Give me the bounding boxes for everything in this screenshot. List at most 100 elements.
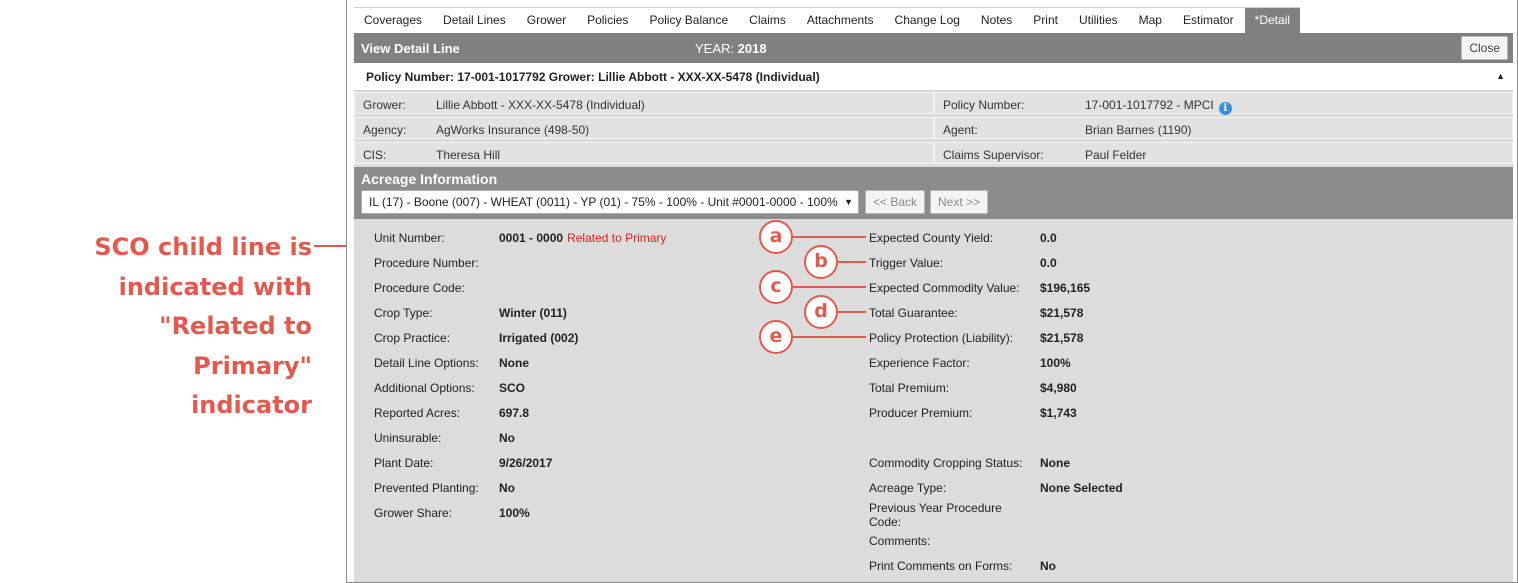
- year-value: 2018: [737, 41, 767, 56]
- field-label: Total Guarantee:: [869, 306, 958, 320]
- tab-coverages[interactable]: Coverages: [354, 8, 432, 33]
- next-button[interactable]: Next >>: [930, 190, 989, 214]
- tab-map[interactable]: Map: [1127, 8, 1172, 33]
- cis-cell: CIS: Theresa Hill: [354, 142, 934, 164]
- grower-label: Grower:: [363, 98, 406, 112]
- field-label: Experience Factor:: [869, 356, 970, 370]
- tab-change-log[interactable]: Change Log: [883, 8, 970, 33]
- info-row: Grower: Lillie Abbott - XXX-XX-5478 (Ind…: [354, 91, 1513, 115]
- agency-value: AgWorks Insurance (498-50): [436, 123, 590, 137]
- detail-fields-panel: Unit Number: 0001 - 0000 Related to Prima…: [354, 219, 1513, 582]
- grower-cell: Grower: Lillie Abbott - XXX-XX-5478 (Ind…: [354, 92, 934, 114]
- info-row: CIS: Theresa Hill Claims Supervisor: Pau…: [354, 141, 1513, 165]
- acreage-section: Acreage Information IL (17) - Boone (007…: [354, 167, 1513, 219]
- marker-a-connector: [793, 236, 866, 238]
- tab-policy-balance[interactable]: Policy Balance: [638, 8, 738, 33]
- field-value: Winter (011): [499, 306, 567, 320]
- tab-grower[interactable]: Grower: [515, 8, 576, 33]
- agent-value: Brian Barnes (1190): [1085, 123, 1192, 137]
- field-value: $21,578: [1040, 306, 1084, 320]
- agent-label: Agent:: [943, 123, 978, 137]
- claims-supervisor-cell: Claims Supervisor: Paul Felder: [934, 142, 1513, 164]
- field-value: None Selected: [1040, 481, 1123, 495]
- policy-info-table: Grower: Lillie Abbott - XXX-XX-5478 (Ind…: [354, 91, 1513, 167]
- field-label: Procedure Code:: [374, 281, 465, 295]
- field-value: None: [1040, 456, 1070, 470]
- tab-detail-lines[interactable]: Detail Lines: [432, 8, 516, 33]
- field-label: Print Comments on Forms:: [869, 559, 1013, 573]
- field-label: Previous Year Procedure: [869, 501, 1002, 515]
- cis-label: CIS:: [363, 148, 387, 162]
- field-value: 100%: [499, 506, 530, 520]
- acreage-header: Acreage Information: [361, 171, 498, 187]
- field-value: $21,578: [1040, 331, 1084, 345]
- tab-policies[interactable]: Policies: [576, 8, 638, 33]
- marker-b-connector: [838, 261, 866, 263]
- field-label: Expected Commodity Value:: [869, 281, 1020, 295]
- marker-c-connector: [793, 286, 866, 288]
- marker-d: d: [804, 295, 838, 329]
- field-label: Prevented Planting:: [374, 481, 479, 495]
- tab-notes[interactable]: Notes: [969, 8, 1022, 33]
- grower-value: Lillie Abbott - XXX-XX-5478 (Individual): [436, 98, 645, 112]
- field-label: Commodity Cropping Status:: [869, 456, 1023, 470]
- policy-summary-bar[interactable]: Policy Number: 17-001-1017792 Grower: Li…: [354, 64, 1513, 91]
- marker-c: c: [759, 270, 793, 304]
- close-button[interactable]: Close: [1461, 36, 1508, 60]
- field-label: Acreage Type:: [869, 481, 947, 495]
- page-title: View Detail Line: [361, 41, 460, 56]
- tab-bar: Coverages Detail Lines Grower Policies P…: [354, 7, 1301, 33]
- field-label: Unit Number:: [374, 231, 445, 245]
- annotation-line-2: indicated with: [118, 272, 312, 301]
- back-button[interactable]: << Back: [865, 190, 926, 214]
- info-icon[interactable]: i: [1218, 102, 1232, 115]
- field-label: Expected County Yield:: [869, 231, 994, 245]
- field-label: Reported Acres:: [374, 406, 461, 420]
- field-label: Comments:: [869, 534, 931, 548]
- unit-select[interactable]: IL (17) - Boone (007) - WHEAT (0011) - Y…: [361, 190, 859, 214]
- info-row: Agency: AgWorks Insurance (498-50) Agent…: [354, 116, 1513, 140]
- field-label: Crop Type:: [374, 306, 433, 320]
- annotation-line-3: "Related to Primary": [159, 312, 312, 380]
- agency-cell: Agency: AgWorks Insurance (498-50): [354, 117, 934, 139]
- tab-attachments[interactable]: Attachments: [795, 8, 884, 33]
- detail-line-window: Coverages Detail Lines Grower Policies P…: [346, 0, 1518, 583]
- field-label: Plant Date:: [374, 456, 434, 470]
- field-label-continued: Code:: [869, 515, 902, 529]
- annotation-callout: SCO child line is indicated with "Relate…: [60, 228, 312, 426]
- agency-label: Agency:: [363, 123, 407, 137]
- field-label: Policy Protection (Liability):: [869, 331, 1014, 345]
- field-value: No: [1040, 559, 1056, 573]
- field-label: Detail Line Options:: [374, 356, 479, 370]
- annotation-line-4: indicator: [191, 391, 312, 419]
- field-label: Procedure Number:: [374, 256, 479, 270]
- tab-print[interactable]: Print: [1022, 8, 1068, 33]
- tab-claims[interactable]: Claims: [738, 8, 796, 33]
- related-to-primary-indicator: Related to Primary: [567, 231, 667, 245]
- cis-value: Theresa Hill: [436, 148, 501, 162]
- dropdown-arrow-icon: ▼: [844, 197, 853, 207]
- field-label: Crop Practice:: [374, 331, 451, 345]
- field-label: Uninsurable:: [374, 431, 442, 445]
- field-label: Producer Premium:: [869, 406, 973, 420]
- policy-number-value: 17-001-1017792 - MPCI: [1085, 98, 1214, 112]
- tab-estimator[interactable]: Estimator: [1171, 8, 1244, 33]
- annotation-line-1: SCO child line is: [94, 233, 312, 261]
- field-value: 0.0: [1040, 231, 1057, 245]
- field-value: $1,743: [1040, 406, 1077, 420]
- marker-e-connector: [793, 336, 866, 338]
- policy-summary-text: Policy Number: 17-001-1017792 Grower: Li…: [366, 70, 820, 84]
- field-label: Trigger Value:: [869, 256, 944, 270]
- tab-utilities[interactable]: Utilities: [1067, 8, 1128, 33]
- marker-b: b: [804, 245, 838, 279]
- field-value: No: [499, 481, 515, 495]
- field-value: $4,980: [1040, 381, 1077, 395]
- field-value: 9/26/2017: [499, 456, 553, 470]
- tab-detail[interactable]: *Detail: [1243, 8, 1301, 33]
- collapse-caret-icon[interactable]: ▲: [1496, 71, 1505, 81]
- year-label: YEAR:: [695, 41, 735, 56]
- policy-number-label: Policy Number:: [943, 98, 1025, 112]
- field-value: SCO: [499, 381, 526, 395]
- marker-d-connector: [838, 311, 866, 313]
- unit-select-value: IL (17) - Boone (007) - WHEAT (0011) - Y…: [369, 195, 838, 209]
